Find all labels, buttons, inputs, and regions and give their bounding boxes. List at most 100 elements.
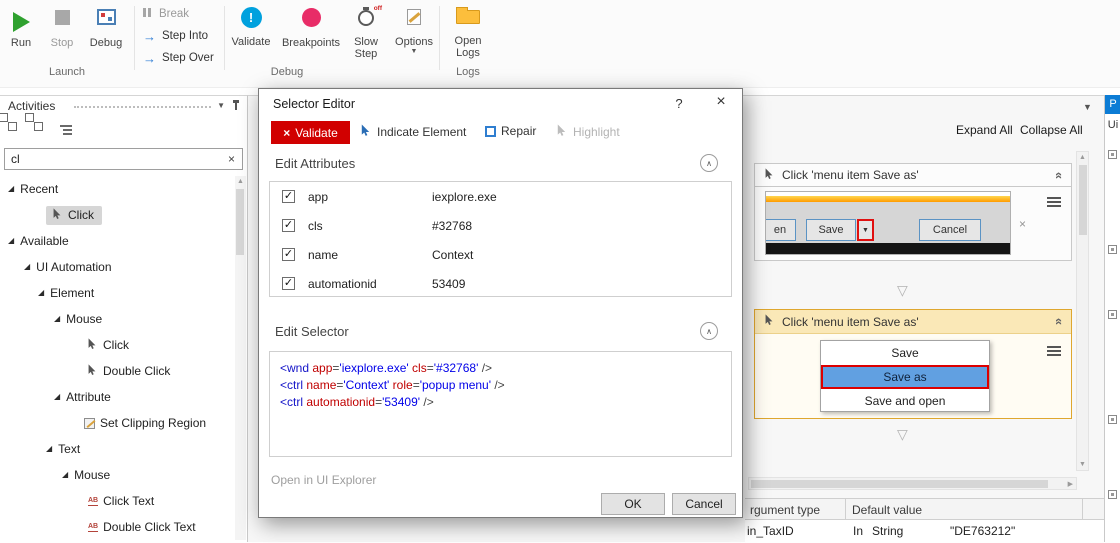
activities-scrollbar[interactable]: ▲ <box>235 176 246 540</box>
activity-card-header[interactable]: Click 'menu item Save as' « <box>755 310 1071 334</box>
tree-item-click-recent[interactable]: Click <box>46 202 102 228</box>
options-button[interactable]: Options ▼ <box>391 2 437 55</box>
tree-item-label: Set Clipping Region <box>100 416 207 430</box>
pin-icon[interactable] <box>232 100 240 112</box>
tree-item-mouse[interactable]: ◢ Mouse <box>54 306 102 332</box>
tree-item-double-click[interactable]: Double Click <box>86 358 170 384</box>
dialog-toolbar: × Validate Indicate Element Repair Highl… <box>259 121 744 147</box>
open-in-ui-explorer-link[interactable]: Open in UI Explorer <box>271 473 376 487</box>
attribute-row[interactable]: cls #32768 <box>270 211 731 240</box>
tree-item-mouse-text[interactable]: ◢ Mouse <box>62 462 110 488</box>
panel-menu-dropdown-icon[interactable]: ▼ <box>217 101 225 110</box>
attribute-checkbox[interactable] <box>282 190 295 203</box>
designer-vertical-scrollbar[interactable]: ▲ ▼ <box>1076 151 1089 471</box>
highlight-button[interactable]: Highlight <box>555 124 620 140</box>
expander-icon[interactable]: ◢ <box>8 237 14 245</box>
tree-item-ui-automation[interactable]: ◢ UI Automation <box>24 254 112 280</box>
attribute-row[interactable]: app iexplore.exe <box>270 182 731 211</box>
designer-panel-dropdown-icon[interactable]: ▼ <box>1083 102 1092 112</box>
tree-item-double-click-text[interactable]: AB Double Click Text <box>88 514 196 540</box>
section-collapse-icon[interactable]: ∧ <box>700 154 718 172</box>
designer-horizontal-scrollbar[interactable]: ▶ <box>748 477 1077 490</box>
close-icon[interactable]: × <box>707 93 735 111</box>
expander-icon[interactable]: ◢ <box>38 289 44 297</box>
attribute-checkbox[interactable] <box>282 219 295 232</box>
scroll-up-icon[interactable]: ▲ <box>235 178 246 185</box>
section-collapse-icon[interactable]: ∧ <box>700 322 718 340</box>
tree-item-element[interactable]: ◢ Element <box>38 280 94 306</box>
tree-item-click-text[interactable]: AB Click Text <box>88 488 154 514</box>
expander-icon[interactable]: ◢ <box>54 393 60 401</box>
scroll-up-icon[interactable]: ▲ <box>1077 154 1088 161</box>
expander-icon[interactable]: ◢ <box>46 445 52 453</box>
properties-tab[interactable]: P <box>1105 95 1120 114</box>
tree-item-set-clipping-region[interactable]: Set Clipping Region <box>84 410 206 436</box>
panel-drag-grip[interactable] <box>74 106 211 108</box>
selector-code[interactable]: <wnd app='iexplore.exe' cls='#32768' /> <… <box>269 351 732 457</box>
tree-item-attribute[interactable]: ◢ Attribute <box>54 384 111 410</box>
activity-card-click-menu-item-selected[interactable]: Click 'menu item Save as' « Save Save as… <box>754 309 1072 419</box>
argument-direction-cell[interactable]: In <box>853 524 863 538</box>
open-logs-button[interactable]: Open Logs <box>444 2 492 59</box>
mini-checkbox-icon[interactable] <box>1108 150 1117 159</box>
ribbon-group-label-launch: Launch <box>48 66 86 78</box>
mini-checkbox-icon[interactable] <box>1108 245 1117 254</box>
step-over-button[interactable]: → Step Over <box>143 52 214 65</box>
repair-button[interactable]: Repair <box>485 124 536 138</box>
tree-item-text[interactable]: ◢ Text <box>46 436 80 462</box>
mini-checkbox-icon[interactable] <box>1108 490 1117 499</box>
attribute-checkbox[interactable] <box>282 248 295 261</box>
expander-icon[interactable]: ◢ <box>54 315 60 323</box>
activity-card-click-menu-item[interactable]: Click 'menu item Save as' « en Save ▼ Ca… <box>754 163 1072 261</box>
tree-item-available[interactable]: ◢ Available <box>8 228 69 254</box>
run-button[interactable]: Run <box>2 2 40 49</box>
indicate-element-button[interactable]: Indicate Element <box>359 124 466 140</box>
argument-name-cell[interactable]: in_TaxID <box>747 524 794 538</box>
validate-button[interactable]: ! Validate <box>227 2 275 48</box>
tree-item-click[interactable]: Click <box>86 332 129 358</box>
collapse-all-link[interactable]: Collapse All <box>1020 123 1083 137</box>
expander-icon[interactable]: ◢ <box>8 185 14 193</box>
activity-menu-grip-icon[interactable] <box>1047 195 1061 209</box>
scrollbar-thumb[interactable] <box>1079 165 1087 235</box>
arguments-header-row: rgument type Default value <box>745 498 1104 521</box>
ok-button[interactable]: OK <box>601 493 665 515</box>
scrollbar-thumb[interactable] <box>751 480 1048 488</box>
scroll-right-icon[interactable]: ▶ <box>1068 480 1073 488</box>
activities-search-box: × <box>4 148 243 170</box>
attribute-row[interactable]: automationid 53409 <box>270 269 731 298</box>
stop-button[interactable]: Stop <box>42 2 82 49</box>
activities-search-input[interactable] <box>11 150 221 168</box>
breakpoints-button[interactable]: Breakpoints <box>279 2 343 49</box>
tree-item-recent[interactable]: ◢ Recent <box>8 176 58 202</box>
ribbon-toolbar: Run Stop Debug Break → Step Into → Step … <box>0 0 1120 88</box>
arguments-data-row[interactable]: in_TaxID In String "DE763212" <box>745 520 1104 543</box>
dialog-validate-button[interactable]: × Validate <box>271 121 350 144</box>
argument-default-value-cell[interactable]: "DE763212" <box>950 524 1015 538</box>
attribute-row[interactable]: name Context <box>270 240 731 269</box>
screenshot-save-button: Save <box>806 219 856 241</box>
expander-icon[interactable]: ◢ <box>62 471 68 479</box>
scroll-down-icon[interactable]: ▼ <box>1077 461 1088 468</box>
mini-checkbox-icon[interactable] <box>1108 415 1117 424</box>
activity-menu-grip-icon[interactable] <box>1047 344 1061 358</box>
cancel-button[interactable]: Cancel <box>672 493 736 515</box>
slow-step-button[interactable]: off Slow Step <box>345 2 387 60</box>
collapse-card-icon[interactable]: « <box>1052 171 1067 178</box>
break-label: Break <box>159 8 190 20</box>
expand-all-link[interactable]: Expand All <box>956 123 1013 137</box>
mini-checkbox-icon[interactable] <box>1108 310 1117 319</box>
expander-icon[interactable]: ◢ <box>24 263 30 271</box>
repair-icon <box>485 125 496 137</box>
attribute-checkbox[interactable] <box>282 277 295 290</box>
activity-card-header[interactable]: Click 'menu item Save as' « <box>754 163 1072 187</box>
collapse-card-icon[interactable]: « <box>1052 318 1067 325</box>
group-view-icon[interactable] <box>60 123 72 137</box>
break-button[interactable]: Break <box>143 8 189 20</box>
step-into-button[interactable]: → Step Into <box>143 30 208 43</box>
scrollbar-thumb[interactable] <box>236 189 244 255</box>
search-clear-icon[interactable]: × <box>228 152 235 166</box>
help-icon[interactable]: ? <box>669 96 689 111</box>
debug-button[interactable]: Debug <box>84 2 128 49</box>
argument-type-cell[interactable]: String <box>872 524 903 538</box>
